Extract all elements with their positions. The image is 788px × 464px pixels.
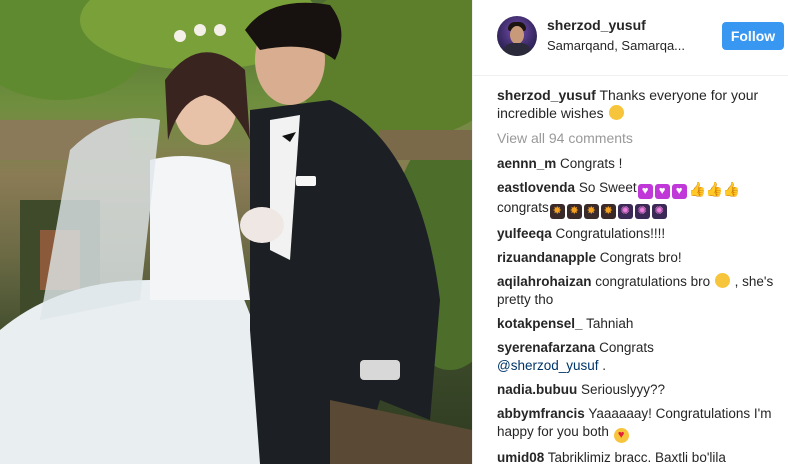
comment-item: aennn_m Congrats ! xyxy=(497,155,783,173)
wedding-photo-illustration xyxy=(0,0,472,464)
smiling-face-icon xyxy=(714,273,730,288)
comment-username[interactable]: aennn_m xyxy=(497,156,556,171)
firework-icon: ✸ xyxy=(549,204,565,219)
comment-item: yulfeeqa Congratulations!!!! xyxy=(497,225,783,243)
post-username[interactable]: sherzod_yusuf xyxy=(547,17,646,33)
comment-item: aqilahrohaizan congratulations bro , she… xyxy=(497,273,783,309)
post-photo[interactable] xyxy=(0,0,472,464)
post-header: sherzod_yusuf Samarqand, Samarqa... Foll… xyxy=(473,0,788,76)
comment-text: Congrats ! xyxy=(560,156,623,171)
comment-username[interactable]: yulfeeqa xyxy=(497,226,552,241)
follow-button[interactable]: Follow xyxy=(722,22,784,50)
comments-list: sherzod_yusuf Thanks everyone for your i… xyxy=(497,86,783,464)
avatar[interactable] xyxy=(497,16,537,56)
comment-username[interactable]: eastlovenda xyxy=(497,180,575,195)
firework-icon: ✸ xyxy=(566,204,582,219)
comment-text-continued: . xyxy=(602,358,607,373)
comment-item: abbymfrancis Yaaaaaay! Congratulations I… xyxy=(497,405,783,443)
comment-item: nadia.bubuu Seriouslyyy?? xyxy=(497,381,783,399)
purple-heart-icon: ♥ xyxy=(654,184,670,199)
heart-eyes-icon: ♥ xyxy=(613,428,629,443)
comment-text: Tahniah xyxy=(586,316,634,331)
comment-text: Tabriklimiz bracc. Baxtli bo'lila xyxy=(547,450,726,464)
comment-username[interactable]: umid08 xyxy=(497,450,544,464)
avatar-body xyxy=(503,43,531,56)
caption-username[interactable]: sherzod_yusuf xyxy=(497,87,596,103)
comment-username[interactable]: rizuandanapple xyxy=(497,250,596,265)
comment-item: syerenafarzana Congrats @sherzod_yusuf . xyxy=(497,339,783,375)
purple-heart-icon: ♥ xyxy=(637,184,653,199)
sparkle-icon: ✺ xyxy=(634,204,650,219)
comment-text: Congrats bro! xyxy=(599,250,682,265)
post-location[interactable]: Samarqand, Samarqa... xyxy=(547,38,697,53)
post-side-panel: sherzod_yusuf Samarqand, Samarqa... Foll… xyxy=(472,0,788,464)
comment-text: So Sweet xyxy=(578,180,637,195)
purple-heart-icon: ♥ xyxy=(671,184,687,199)
sparkle-icon: ✺ xyxy=(617,204,633,219)
comment-username[interactable]: abbymfrancis xyxy=(497,406,585,421)
comment-text: Congrats xyxy=(599,340,654,355)
sparkle-icon: ✺ xyxy=(651,204,667,219)
smiling-face-icon xyxy=(608,105,624,120)
view-all-comments-link[interactable]: View all 94 comments xyxy=(497,129,783,147)
post-caption: sherzod_yusuf Thanks everyone for your i… xyxy=(497,86,783,122)
comment-username[interactable]: kotakpensel_ xyxy=(497,316,583,331)
avatar-face xyxy=(510,26,524,44)
comment-item: kotakpensel_ Tahniah xyxy=(497,315,783,333)
comment-username[interactable]: nadia.bubuu xyxy=(497,382,577,397)
comment-text: Seriouslyyy?? xyxy=(581,382,666,397)
firework-icon: ✸ xyxy=(600,204,616,219)
thumbs-up-icon: 👍 xyxy=(722,181,741,197)
comment-item: eastlovenda So Sweet ♥ ♥ ♥ 👍👍👍 congrats ✸ ✸ ✸ ✸ ✺… xyxy=(497,179,783,219)
firework-icon: ✸ xyxy=(583,204,599,219)
thumbs-up-icon: 👍 xyxy=(705,181,724,197)
comment-text: congratulations bro xyxy=(595,274,711,289)
comment-text-continued: congrats xyxy=(497,200,549,215)
comment-item: umid08 Tabriklimiz bracc. Baxtli bo'lila xyxy=(497,449,783,464)
comment-item: rizuandanapple Congrats bro! xyxy=(497,249,783,267)
user-mention-link[interactable]: @sherzod_yusuf xyxy=(497,358,599,373)
thumbs-up-icon: 👍 xyxy=(688,181,707,197)
comment-username[interactable]: aqilahrohaizan xyxy=(497,274,592,289)
comment-text: Congratulations!!!! xyxy=(555,226,666,241)
comment-username[interactable]: syerenafarzana xyxy=(497,340,595,355)
